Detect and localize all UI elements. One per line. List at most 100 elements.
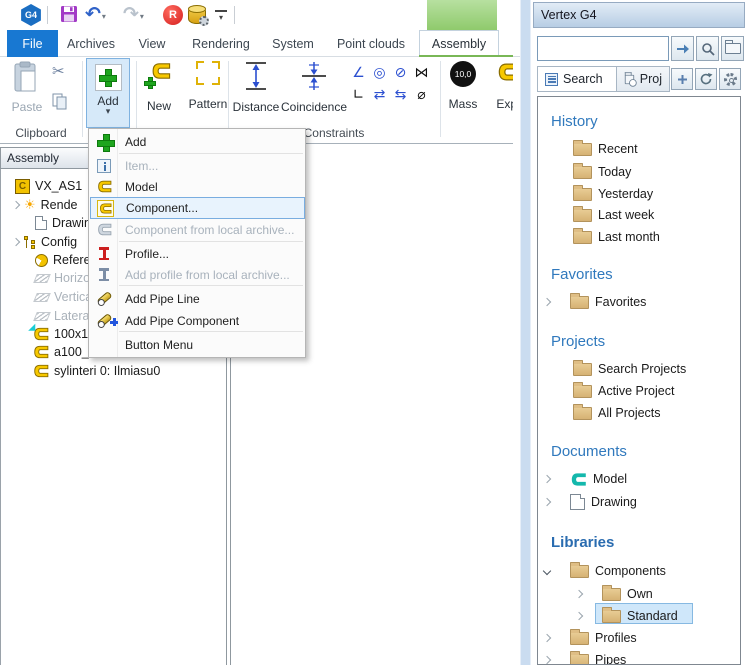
chevron-right-icon[interactable] <box>543 634 551 642</box>
chevron-down-icon[interactable] <box>543 567 551 575</box>
menu-item-pipe-line[interactable]: Add Pipe Line <box>90 288 305 309</box>
tree-item[interactable]: ☀ Rende <box>13 196 78 214</box>
tree-item-search-projects[interactable]: Search Projects <box>573 359 686 379</box>
distance-button[interactable]: Distance <box>230 61 282 114</box>
tree-item-profiles[interactable]: Profiles <box>544 628 637 648</box>
tree-item[interactable]: sylinteri 0: Ilmiasu0 <box>33 362 160 380</box>
tree-item-today[interactable]: Today <box>573 162 631 182</box>
chevron-right-icon[interactable] <box>543 656 551 664</box>
undo-dropdown-caret[interactable]: ▾ <box>102 12 106 21</box>
undo-button[interactable]: ↶ ▾ <box>85 4 106 26</box>
app-logo[interactable]: G4 <box>20 4 42 26</box>
database-settings-button[interactable] <box>188 6 206 24</box>
copy-button[interactable] <box>52 93 68 116</box>
menu-item-add[interactable]: Add <box>90 131 305 152</box>
browse-button[interactable] <box>721 36 744 61</box>
tree-item[interactable]: Drawin <box>35 214 91 232</box>
render-quick-button[interactable]: R <box>163 5 183 25</box>
chevron-right-icon[interactable] <box>543 298 551 306</box>
toolbar-overflow-button[interactable]: ▾ <box>215 10 227 22</box>
menu-item-item[interactable]: Item... <box>90 155 305 176</box>
tree-item[interactable]: Refere <box>35 251 91 269</box>
section-history: History <box>551 113 598 130</box>
tab-assembly[interactable]: Assembly <box>419 30 499 57</box>
tab-archives[interactable]: Archives <box>61 30 121 57</box>
menu-item-pipe-component[interactable]: Add Pipe Component <box>90 310 305 331</box>
angle-constraint-icon[interactable]: ∠ <box>348 62 369 84</box>
chevron-right-icon[interactable] <box>543 498 551 506</box>
settings-button[interactable] <box>719 68 741 90</box>
folder-icon <box>570 296 589 309</box>
add-dropdown-caret[interactable]: ▾ <box>106 108 111 116</box>
chevron-right-icon[interactable] <box>543 475 551 483</box>
tree-item-standard[interactable]: Standard <box>576 606 678 626</box>
tree-item-root[interactable]: C VX_AS1 <box>15 177 82 195</box>
add-button[interactable]: Add ▾ <box>86 58 130 128</box>
perpendicular-constraint-icon[interactable]: ∟ <box>348 84 369 106</box>
tree-item-last-week[interactable]: Last week <box>573 205 654 225</box>
pattern-button[interactable]: Pattern <box>182 61 234 111</box>
tree-item[interactable]: Latera <box>35 307 89 325</box>
menu-item-component-archive[interactable]: Component from local archive... <box>90 219 305 240</box>
tab-system[interactable]: System <box>263 30 323 57</box>
chevron-right-icon[interactable] <box>575 590 583 598</box>
folder-icon <box>570 632 589 645</box>
menu-item-button-menu[interactable]: Button Menu <box>90 334 305 355</box>
tree-item-components[interactable]: Components <box>544 561 666 581</box>
symmetry-constraint-icon[interactable]: ⋈ <box>411 62 432 84</box>
tab-search[interactable]: Search <box>537 66 617 92</box>
parallel-constraint-icon[interactable]: ⇄ <box>369 84 390 106</box>
concentric-constraint-icon[interactable]: ◎ <box>369 62 390 84</box>
tree-item-active-project[interactable]: Active Project <box>573 381 674 401</box>
new-label: New <box>147 99 171 113</box>
tab-file[interactable]: File <box>7 30 58 57</box>
tree-item-yesterday[interactable]: Yesterday <box>573 184 653 204</box>
coincidence-button[interactable]: Coincidence <box>282 61 346 114</box>
tree-item-favorites[interactable]: Favorites <box>544 292 646 312</box>
tab-rendering[interactable]: Rendering <box>187 30 255 57</box>
save-button[interactable] <box>60 5 78 28</box>
search-button[interactable] <box>696 36 719 61</box>
redo-button[interactable]: ↷ ▾ <box>123 4 144 26</box>
tab-projects[interactable]: Proj <box>617 66 670 92</box>
redo-dropdown-caret[interactable]: ▾ <box>140 12 144 21</box>
paste-button[interactable] <box>12 61 40 100</box>
menu-item-component[interactable]: Component... <box>90 197 305 219</box>
refresh-button[interactable] <box>695 68 717 90</box>
tree-item-last-month[interactable]: Last month <box>573 227 660 247</box>
explode-button[interactable]: Expl <box>488 61 513 111</box>
vertex-panel-titlebar[interactable]: Vertex G4 <box>533 2 745 28</box>
tree-item-own[interactable]: Own <box>576 584 653 604</box>
mass-button[interactable]: 10,0 Mass <box>444 61 482 111</box>
chevron-right-icon[interactable] <box>575 612 583 620</box>
cut-button[interactable]: ✂ <box>52 62 65 80</box>
search-input[interactable] <box>537 36 669 61</box>
chevron-right-icon[interactable] <box>12 201 20 209</box>
tree-item[interactable]: Config <box>13 233 77 251</box>
tree-item-label: sylinteri 0: Ilmiasu0 <box>54 364 160 378</box>
tree-item-pipes[interactable]: Pipes <box>544 650 626 665</box>
search-go-button[interactable] <box>671 36 694 61</box>
folder-icon <box>570 565 589 578</box>
opposed-constraint-icon[interactable]: ⇆ <box>390 84 411 106</box>
menu-item-model[interactable]: Model <box>90 176 305 197</box>
tab-point-clouds[interactable]: Point clouds <box>329 30 413 57</box>
tangent-constraint-icon[interactable]: ⊘ <box>390 62 411 84</box>
tree-item-drawing[interactable]: Drawing <box>544 492 637 512</box>
panel-splitter[interactable] <box>520 0 531 665</box>
tree-item[interactable]: a100_b <box>33 343 96 361</box>
tree-item[interactable]: Vertica <box>35 288 92 306</box>
menu-item-profile[interactable]: Profile... <box>90 243 305 264</box>
tree-item-all-projects[interactable]: All Projects <box>573 403 661 423</box>
tree-item-recent[interactable]: Recent <box>573 139 638 159</box>
tab-view[interactable]: View <box>127 30 177 57</box>
database-icon <box>188 6 206 24</box>
add-favorite-button[interactable] <box>671 68 693 90</box>
tree-item[interactable]: Horizo <box>35 269 90 287</box>
menu-item-profile-archive[interactable]: Add profile from local archive... <box>90 264 305 285</box>
tree-item-model[interactable]: Model <box>544 469 627 489</box>
chevron-right-icon[interactable] <box>12 238 20 246</box>
tree-item[interactable]: 100x10 <box>33 325 95 343</box>
diameter-constraint-icon[interactable]: ⌀ <box>411 84 432 106</box>
new-button[interactable]: New <box>140 61 178 113</box>
